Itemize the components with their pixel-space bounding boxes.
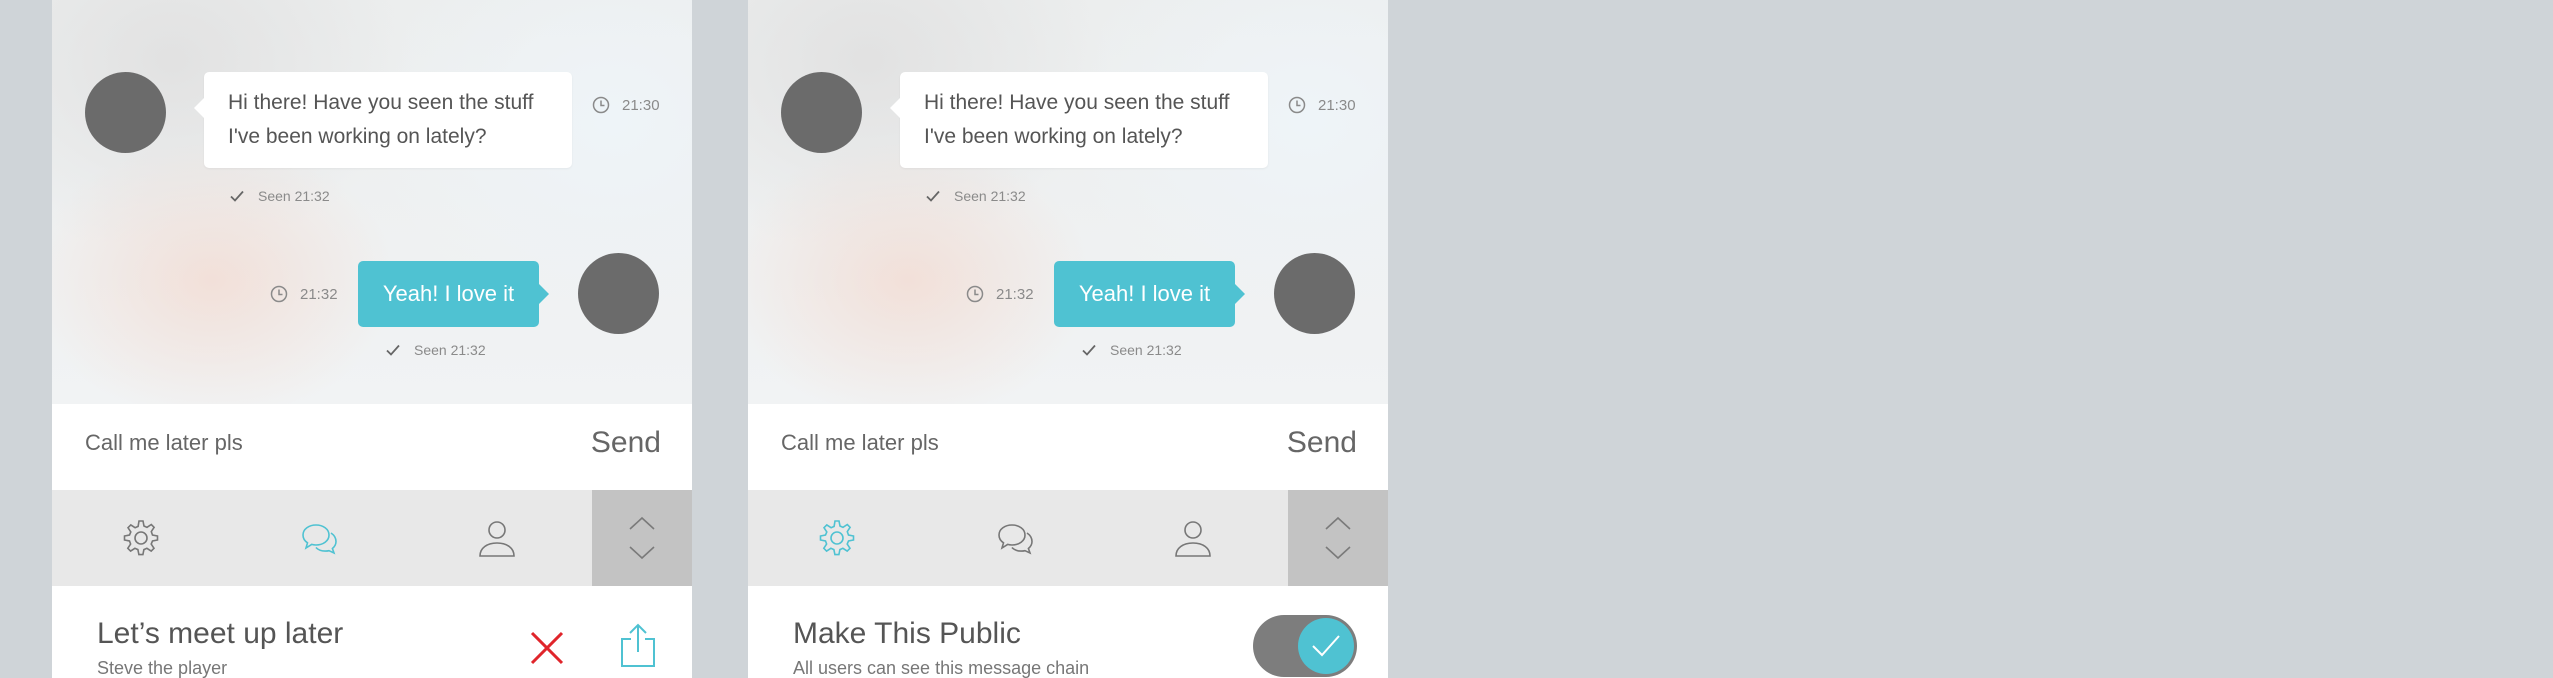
- clock-icon: [270, 285, 288, 303]
- chevron-up-icon[interactable]: [628, 515, 656, 531]
- chevron-down-icon[interactable]: [628, 545, 656, 561]
- scroll-control[interactable]: [592, 490, 692, 586]
- outgoing-timestamp: 21:32: [270, 285, 338, 303]
- incoming-message-line-2: I've been working on lately?: [924, 125, 1183, 148]
- send-button[interactable]: Send: [1287, 426, 1357, 460]
- incoming-seen-status: Seen 21:32: [926, 188, 1026, 204]
- privacy-card: Make This Public All users can see this …: [748, 586, 1388, 678]
- incoming-seen-text: Seen 21:32: [954, 188, 1026, 204]
- chevron-down-icon[interactable]: [1324, 545, 1352, 561]
- avatar[interactable]: [578, 253, 659, 334]
- tab-messages[interactable]: [926, 490, 1104, 586]
- chat-area: Hi there! Have you seen the stuff I've b…: [52, 0, 692, 404]
- check-icon: [1082, 344, 1096, 356]
- scroll-control[interactable]: [1288, 490, 1388, 586]
- tab-bar: [748, 490, 1388, 586]
- message-composer: Call me later pls Send: [52, 404, 692, 491]
- user-icon: [479, 521, 515, 557]
- incoming-message-line-1: Hi there! Have you seen the stuff: [924, 91, 1230, 114]
- message-composer: Call me later pls Send: [748, 404, 1388, 491]
- clock-icon: [1288, 96, 1306, 114]
- tab-profile[interactable]: [408, 490, 586, 586]
- outgoing-message-bubble: Yeah! I love it: [1054, 261, 1245, 327]
- outgoing-message-text: Yeah! I love it: [1078, 281, 1211, 306]
- incoming-message-bubble: Hi there! Have you seen the stuff I've b…: [194, 72, 572, 168]
- tab-profile[interactable]: [1104, 490, 1282, 586]
- avatar[interactable]: [1274, 253, 1355, 334]
- incoming-timestamp: 21:30: [1288, 96, 1356, 114]
- check-icon: [230, 190, 244, 202]
- outgoing-time: 21:32: [300, 285, 338, 303]
- incoming-timestamp: 21:30: [592, 96, 660, 114]
- send-button[interactable]: Send: [591, 426, 661, 460]
- incoming-message-line-2: I've been working on lately?: [228, 125, 487, 148]
- tab-bar: [52, 490, 692, 586]
- privacy-subtitle: All users can see this message chain: [793, 658, 1090, 678]
- check-icon: [926, 190, 940, 202]
- message-input[interactable]: Call me later pls: [781, 430, 939, 456]
- notification-subtitle: Steve the player: [97, 658, 228, 678]
- incoming-time: 21:30: [1318, 96, 1356, 114]
- public-toggle[interactable]: [1253, 615, 1357, 677]
- incoming-seen-text: Seen 21:32: [258, 188, 330, 204]
- gear-icon: [123, 520, 159, 556]
- outgoing-time: 21:32: [996, 285, 1034, 303]
- notification-title: Let’s meet up later: [97, 617, 344, 650]
- chat-panel-1: Hi there! Have you seen the stuff I've b…: [52, 0, 692, 678]
- incoming-seen-status: Seen 21:32: [230, 188, 330, 204]
- outgoing-seen-text: Seen 21:32: [414, 342, 486, 358]
- outgoing-seen-status: Seen 21:32: [1082, 342, 1182, 358]
- close-icon[interactable]: [529, 630, 565, 666]
- outgoing-seen-status: Seen 21:32: [386, 342, 486, 358]
- check-icon: [1312, 635, 1340, 657]
- chat-bubbles-icon: [302, 524, 337, 555]
- tab-messages[interactable]: [230, 490, 408, 586]
- chat-bubbles-icon: [998, 524, 1033, 555]
- gear-icon: [819, 520, 855, 556]
- outgoing-timestamp: 21:32: [966, 285, 1034, 303]
- clock-icon: [966, 285, 984, 303]
- incoming-time: 21:30: [622, 96, 660, 114]
- toggle-knob[interactable]: [1298, 618, 1354, 674]
- avatar[interactable]: [781, 72, 862, 153]
- share-icon[interactable]: [618, 622, 658, 668]
- tab-settings[interactable]: [52, 490, 230, 586]
- outgoing-seen-text: Seen 21:32: [1110, 342, 1182, 358]
- message-input[interactable]: Call me later pls: [85, 430, 243, 456]
- user-icon: [1175, 521, 1211, 557]
- chevron-up-icon[interactable]: [1324, 515, 1352, 531]
- outgoing-message-text: Yeah! I love it: [382, 281, 515, 306]
- chat-area: Hi there! Have you seen the stuff I've b…: [748, 0, 1388, 404]
- check-icon: [386, 344, 400, 356]
- outgoing-message-bubble: Yeah! I love it: [358, 261, 549, 327]
- clock-icon: [592, 96, 610, 114]
- avatar[interactable]: [85, 72, 166, 153]
- incoming-message-line-1: Hi there! Have you seen the stuff: [228, 91, 534, 114]
- incoming-message-bubble: Hi there! Have you seen the stuff I've b…: [890, 72, 1268, 168]
- notification-card: Let’s meet up later Steve the player: [52, 586, 692, 678]
- chat-panel-2: Hi there! Have you seen the stuff I've b…: [748, 0, 1388, 678]
- tab-settings[interactable]: [748, 490, 926, 586]
- privacy-title: Make This Public: [793, 617, 1021, 650]
